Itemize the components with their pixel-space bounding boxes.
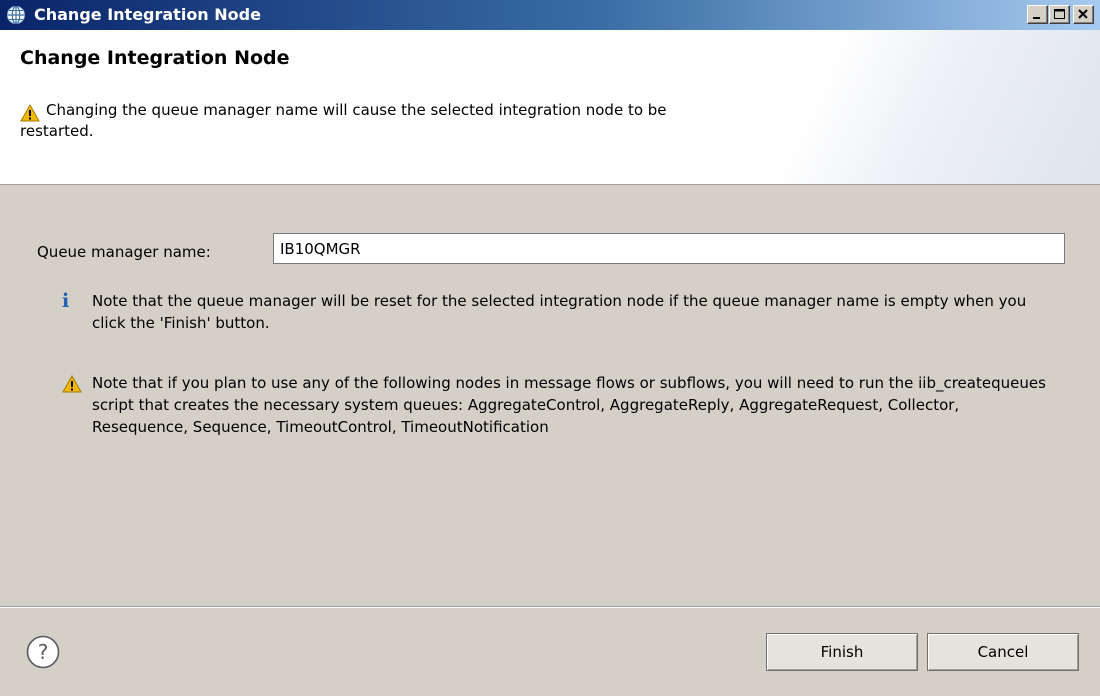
svg-text:?: ? — [38, 640, 49, 664]
title-bar[interactable]: Change Integration Node — [0, 0, 1100, 30]
close-icon — [1078, 9, 1088, 19]
globe-icon — [7, 5, 25, 25]
finish-button[interactable]: Finish — [766, 633, 918, 671]
help-icon[interactable]: ? — [26, 635, 60, 669]
dialog-header-title: Change Integration Node — [20, 47, 290, 69]
window-title: Change Integration Node — [34, 5, 261, 24]
maximize-button[interactable] — [1049, 5, 1070, 24]
close-button[interactable] — [1073, 5, 1094, 24]
info-note: Note that the queue manager will be rese… — [92, 292, 1027, 332]
warning-note: Note that if you plan to use any of the … — [92, 374, 1046, 436]
queue-manager-name-label: Queue manager name: — [37, 243, 211, 261]
header-warning-line2: restarted. — [20, 122, 94, 140]
header-warning-message: Changing the queue manager name will cau… — [20, 100, 846, 142]
minimize-button[interactable] — [1027, 5, 1048, 24]
warning-icon — [62, 375, 82, 393]
maximize-icon — [1054, 9, 1065, 19]
minimize-icon — [1033, 17, 1040, 19]
header-warning-line1: Changing the queue manager name will cau… — [46, 101, 667, 119]
info-icon: i — [62, 290, 70, 312]
cancel-button[interactable]: Cancel — [927, 633, 1079, 671]
warning-icon — [20, 104, 40, 122]
queue-manager-name-input[interactable] — [273, 233, 1065, 264]
change-integration-node-dialog: Change Integration Node Change Integrati… — [0, 0, 1100, 696]
footer-separator — [0, 606, 1100, 608]
